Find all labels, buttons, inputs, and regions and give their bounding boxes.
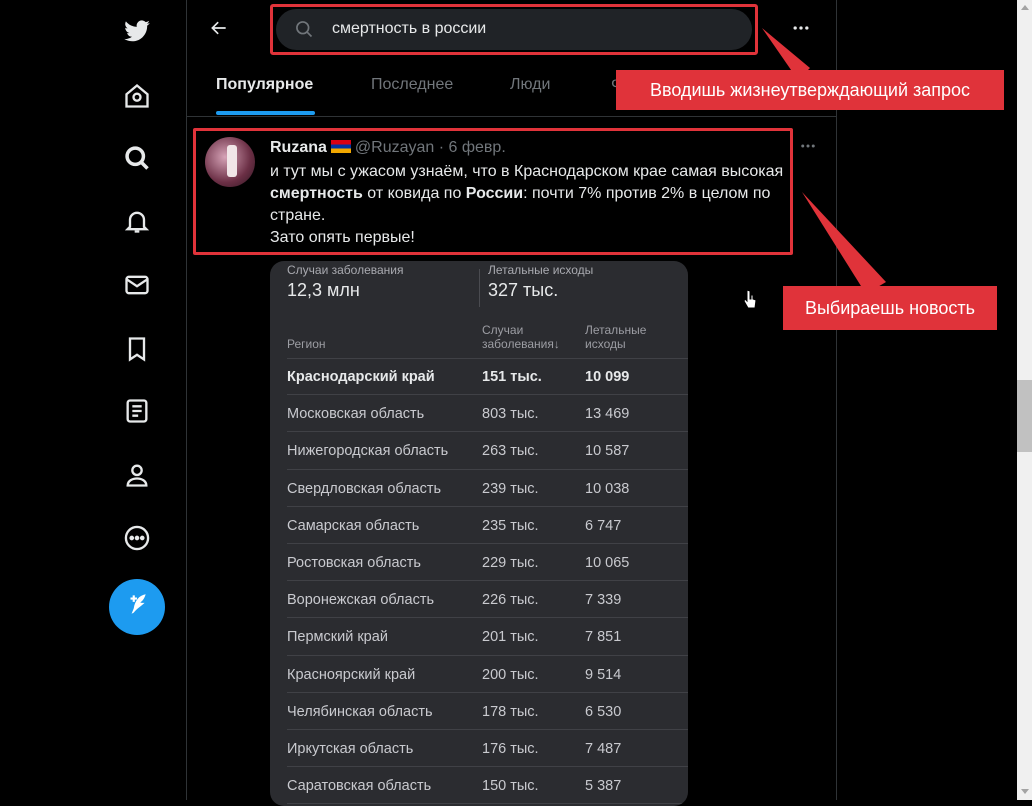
cases-cell: 226 тыс. (482, 592, 539, 609)
bookmarks-icon[interactable] (120, 332, 154, 366)
mouse-cursor-icon (743, 289, 757, 309)
search-highlight-box (270, 4, 758, 55)
scroll-up-icon[interactable] (1021, 5, 1029, 10)
stat-deaths-value: 327 тыс. (488, 280, 559, 300)
deaths-cell: 7 339 (585, 592, 622, 609)
cases-cell: 235 тыс. (482, 517, 539, 534)
region-cell: Свердловская область (287, 480, 442, 497)
table-rows: Краснодарский край 151 тыс. 10 099 Московск… (270, 358, 688, 805)
cases-cell: 201 тыс. (482, 629, 539, 646)
region-cell: Иркутская область (287, 740, 414, 757)
deaths-cell: 7 851 (585, 629, 622, 646)
column-header-cases: Случаи заболевания↓ (482, 323, 560, 351)
more-icon[interactable] (120, 521, 154, 555)
notifications-icon[interactable] (120, 204, 154, 238)
table-row: Ростовская область 229 тыс. 10 065 (270, 544, 688, 582)
deaths-cell: 5 387 (585, 778, 622, 795)
cases-cell: 151 тыс. (482, 369, 542, 385)
cases-cell: 200 тыс. (482, 666, 539, 683)
column-header-region: Регион (287, 337, 326, 351)
deaths-cell: 10 065 (585, 554, 630, 571)
profile-icon[interactable] (120, 458, 154, 492)
tab-top[interactable]: Популярное (216, 76, 313, 94)
tweet-more-icon[interactable] (799, 137, 817, 160)
main-column: смертность в россии Популярное Последнее… (186, 0, 837, 806)
tab-people[interactable]: Люди (510, 76, 550, 94)
deaths-cell: 10 038 (585, 480, 630, 497)
table-row: Иркутская область 176 тыс. 7 487 (270, 730, 688, 768)
table-row: Свердловская область 239 тыс. 10 038 (270, 470, 688, 507)
callout-news: Выбираешь новость (783, 286, 997, 330)
stat-cases-label: Случаи заболевания (287, 263, 404, 277)
deaths-cell: 9 514 (585, 666, 622, 683)
sidebar (0, 0, 186, 800)
callout-search: Вводишь жизнеутверждающий запрос (616, 70, 1004, 110)
cases-cell: 229 тыс. (482, 554, 539, 571)
deaths-cell: 6 530 (585, 703, 622, 720)
tweet-image-table[interactable]: Случаи заболевания 12,3 млн Летальные ис… (270, 261, 688, 806)
cases-cell: 263 тыс. (482, 443, 539, 460)
region-cell: Саратовская область (287, 778, 432, 795)
deaths-cell: 13 469 (585, 406, 630, 423)
deaths-cell: 10 587 (585, 443, 630, 460)
back-arrow-icon[interactable] (205, 14, 233, 42)
table-row: Красноярский край 200 тыс. 9 514 (270, 656, 688, 693)
table-row: Самарская область 235 тыс. 6 747 (270, 507, 688, 545)
deaths-cell: 7 487 (585, 740, 622, 757)
deaths-cell: 10 099 (585, 369, 630, 385)
region-cell: Воронежская область (287, 592, 435, 609)
region-cell: Московская область (287, 406, 425, 423)
table-row: Челябинская область 178 тыс. 6 530 (270, 693, 688, 731)
stat-cases-value: 12,3 млн (287, 280, 360, 300)
region-cell: Самарская область (287, 517, 420, 534)
compose-icon (124, 591, 150, 624)
column-header-deaths: Летальные исходы (585, 323, 647, 351)
compose-tweet-button[interactable] (109, 579, 165, 635)
table-row: Пермский край 201 тыс. 7 851 (270, 618, 688, 656)
right-column (837, 0, 1017, 800)
table-row: Воронежская область 226 тыс. 7 339 (270, 581, 688, 619)
page-scrollbar[interactable] (1017, 0, 1032, 800)
region-cell: Ростовская область (287, 554, 421, 571)
lists-icon[interactable] (120, 394, 154, 428)
region-cell: Краснодарский край (287, 369, 435, 385)
messages-icon[interactable] (120, 268, 154, 302)
scroll-down-icon[interactable] (1021, 789, 1029, 794)
table-row: Саратовская область 150 тыс. 5 387 (270, 767, 688, 805)
cases-cell: 178 тыс. (482, 703, 539, 720)
region-cell: Красноярский край (287, 666, 416, 683)
tab-active-indicator (216, 111, 315, 115)
scrollbar-thumb[interactable] (1017, 380, 1032, 452)
home-icon[interactable] (120, 79, 154, 113)
tab-latest[interactable]: Последнее (371, 76, 453, 94)
tweet-highlight-box (193, 128, 793, 255)
region-cell: Челябинская область (287, 703, 433, 720)
region-cell: Пермский край (287, 629, 388, 646)
deaths-cell: 6 747 (585, 517, 622, 534)
region-cell: Нижегородская область (287, 443, 449, 460)
table-row: Нижегородская область 263 тыс. 10 587 (270, 432, 688, 470)
cases-cell: 803 тыс. (482, 406, 539, 423)
explore-icon[interactable] (120, 141, 154, 175)
table-row: Краснодарский край 151 тыс. 10 099 (270, 358, 688, 396)
callout-news-arrow (802, 192, 886, 294)
cases-cell: 176 тыс. (482, 740, 539, 757)
stat-divider (479, 269, 480, 307)
cases-cell: 150 тыс. (482, 778, 539, 795)
table-row: Московская область 803 тыс. 13 469 (270, 395, 688, 433)
twitter-logo-icon[interactable] (120, 14, 154, 48)
stat-deaths-label: Летальные исходы (488, 263, 594, 277)
cases-cell: 239 тыс. (482, 480, 539, 497)
